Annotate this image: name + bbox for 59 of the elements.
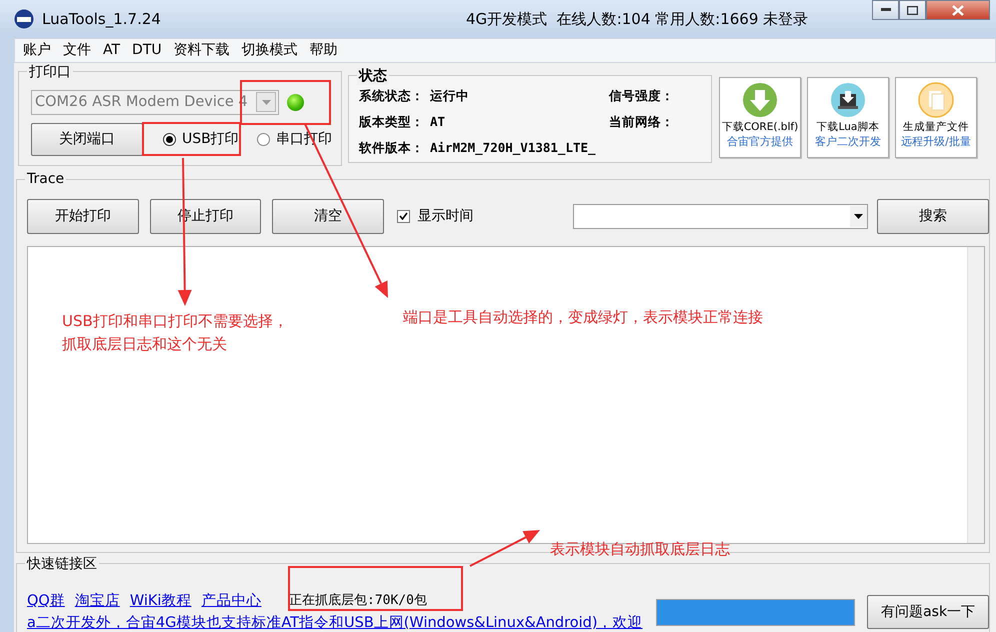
tool-button[interactable]: 生成量产文件 远程升级/批量 [895, 76, 977, 158]
menu-item[interactable]: 帮助 [304, 41, 344, 60]
trace-button[interactable]: 开始打印 [27, 198, 139, 234]
tool-subtitle: 合宙官方提供 [727, 134, 793, 149]
field-value: 运行中 [430, 88, 469, 105]
field-label: 软件版本： [359, 140, 424, 157]
marquee-link[interactable]: a二次开发外，合宙4G模块也支持标准AT指令和USB上网(Windows&Linux&Android)，欢迎 [27, 613, 643, 632]
tool-title: 下载Lua脚本 [816, 120, 880, 134]
close-button[interactable] [926, 0, 990, 20]
radio-button[interactable]: USB打印 [159, 126, 243, 152]
menu-item[interactable]: 切换模式 [236, 41, 304, 60]
check-icon [398, 212, 408, 220]
annotation-text: USB打印和串口打印不需要选择， [62, 311, 288, 332]
field-label: 信号强度： [609, 88, 674, 105]
tool-subtitle: 远程升级/批量 [901, 134, 971, 149]
link[interactable]: WiKi教程 [130, 591, 192, 610]
menu-item[interactable]: AT [97, 42, 126, 58]
tool-subtitle: 客户二次开发 [815, 134, 881, 149]
group-title: 状态 [357, 66, 389, 85]
show-time-checkbox[interactable]: 显示时间 [394, 207, 562, 226]
minimize-icon [880, 8, 890, 12]
document-icon [918, 82, 954, 118]
scrollbar[interactable] [967, 246, 984, 543]
field-value: AirM2M_720H_V1381_LTE_ [430, 140, 596, 157]
link[interactable]: 产品中心 [201, 591, 262, 610]
dropdown-arrow-icon [262, 100, 270, 105]
maximize-button[interactable] [899, 0, 926, 20]
field-label: 当前网络： [609, 114, 674, 131]
capture-status: 正在抓底层包:70K/0包 [289, 592, 427, 609]
menu-item[interactable]: 文件 [57, 41, 97, 60]
field-label: 系统状态： [359, 88, 424, 105]
field-value: AT [430, 114, 446, 131]
field-label: 版本类型： [359, 114, 424, 131]
link[interactable]: QQ群 [27, 591, 65, 610]
close-icon [952, 4, 964, 16]
menu-item[interactable]: 账户 [17, 41, 57, 60]
app-icon [14, 9, 34, 29]
search-button[interactable]: 搜索 [876, 198, 989, 234]
search-dropdown[interactable] [572, 204, 868, 229]
window-title: LuaTools_1.7.24 [42, 10, 162, 28]
group-title: 快速链接区 [25, 555, 99, 573]
annotation-text: 表示模块自动抓取底层日志 [550, 539, 730, 560]
link[interactable]: 淘宝店 [74, 591, 120, 610]
status-info: 4G开发模式 在线人数:104 常用人数:1669 未登录 [466, 10, 810, 28]
close-port-button[interactable]: 关闭端口 [31, 122, 143, 156]
tool-button[interactable]: 下载Lua脚本 客户二次开发 [807, 76, 889, 158]
menu-item[interactable]: DTU [126, 42, 168, 58]
tool-title: 生成量产文件 [903, 120, 969, 134]
ask-button[interactable]: 有问题ask一下 [867, 595, 990, 629]
menu-item[interactable]: 资料下载 [168, 41, 236, 60]
group-title: 打印口 [27, 62, 73, 81]
annotation-text: 抓取底层日志和这个无关 [62, 334, 227, 355]
annotation-text: 端口是工具自动选择的，变成绿灯，表示模块正常连接 [403, 307, 763, 328]
trace-button[interactable]: 清空 [272, 198, 384, 234]
maximize-icon [907, 6, 918, 14]
minimize-button[interactable] [872, 0, 899, 20]
laptop-download-icon [830, 82, 866, 118]
tool-title: 下载CORE(.blf) [722, 120, 798, 134]
tool-button[interactable]: 下载CORE(.blf) 合宙官方提供 [719, 76, 801, 158]
